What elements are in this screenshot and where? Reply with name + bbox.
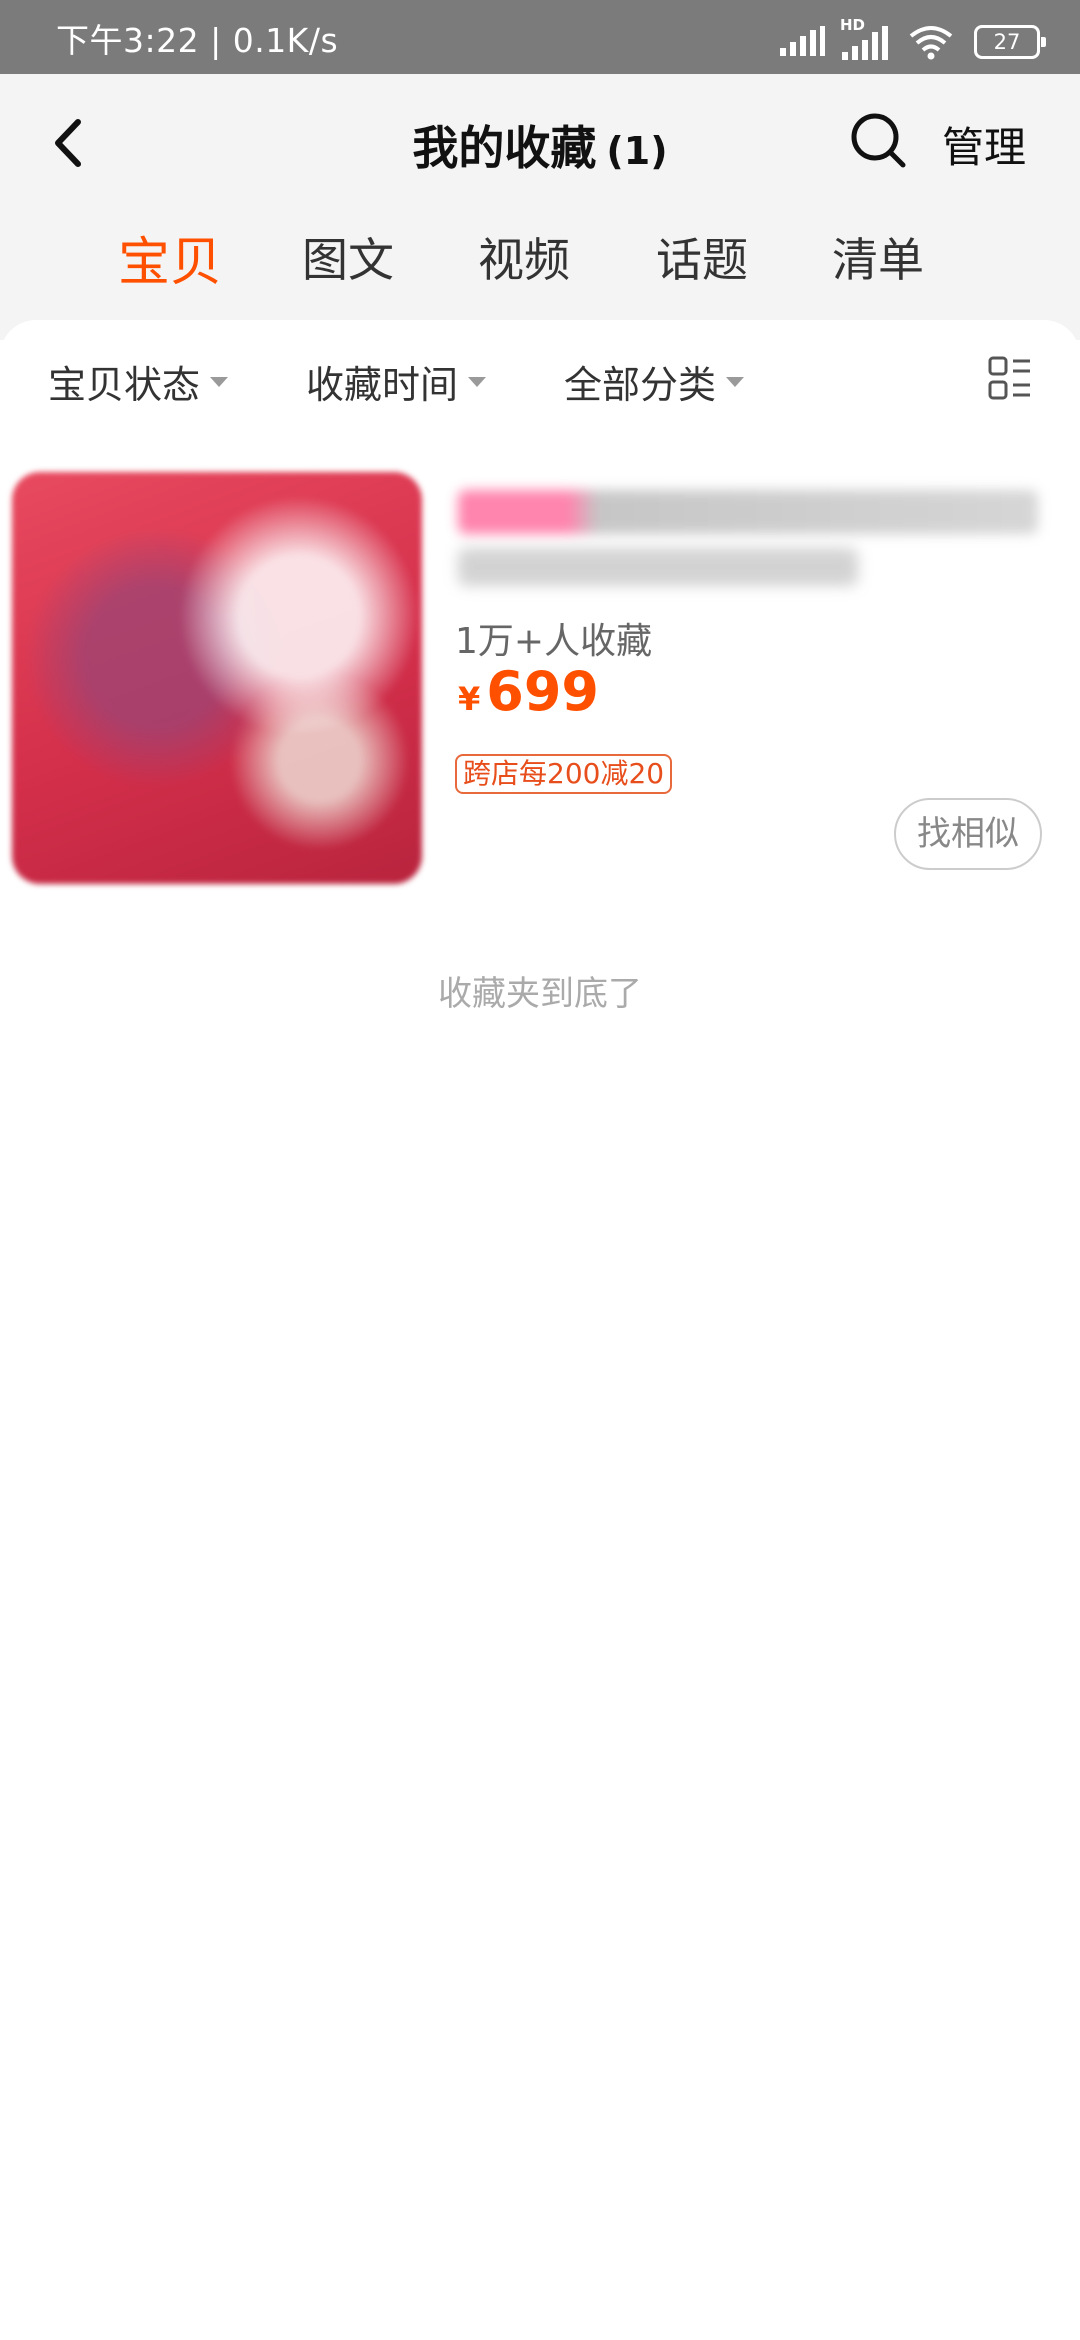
battery-icon: 27 (974, 25, 1046, 59)
redacted-line (458, 548, 858, 586)
product-price: ¥ 699 (458, 660, 599, 723)
page-title-text: 我的收藏 (412, 121, 597, 175)
battery-level: 27 (993, 30, 1021, 54)
filter-label: 宝贝状态 (48, 363, 201, 407)
favorite-count-label: 1万+人收藏 (455, 621, 653, 662)
hd-signal-icon: HD (840, 16, 894, 62)
signal-icon (780, 26, 825, 56)
manage-button[interactable]: 管理 (942, 114, 1026, 175)
caret-down-icon (468, 376, 487, 387)
search-icon (851, 113, 906, 168)
tab-articles[interactable]: 图文 (302, 224, 394, 290)
filter-label: 全部分类 (564, 363, 717, 407)
filter-item-time[interactable]: 收藏时间 (306, 354, 487, 409)
product-image[interactable] (12, 472, 422, 884)
product-card[interactable]: 1万+人收藏 ¥ 699 跨店每200减20 找相似 (0, 460, 1080, 900)
list-layout-icon (988, 356, 1030, 400)
tab-lists[interactable]: 清单 (832, 224, 924, 290)
status-icons: HD 27 (778, 16, 1046, 62)
end-of-list-text: 收藏夹到底了 (438, 974, 642, 1014)
wifi-icon (909, 26, 953, 60)
currency-symbol: ¥ (458, 680, 481, 718)
filter-item-status[interactable]: 宝贝状态 (48, 354, 229, 409)
favorites-count: (1) (606, 129, 668, 173)
redacted-line (458, 490, 1038, 534)
promo-badge: 跨店每200减20 (455, 754, 673, 794)
layout-toggle-button[interactable] (988, 356, 1032, 400)
app-header: 我的收藏 (1) 管理 宝贝 图文 视频 话题 清单 (0, 74, 1080, 340)
filter-bar: 宝贝状态 收藏时间 全部分类 (0, 320, 1080, 440)
filter-label: 收藏时间 (306, 363, 459, 407)
content-area: 宝贝状态 收藏时间 全部分类 1万+人收藏 ¥ 699 跨店每200减20 找相… (0, 320, 1080, 2340)
status-bar: 下午3:22 | 0.1K/s HD 27 (0, 0, 1080, 74)
search-button[interactable] (848, 110, 908, 170)
caret-down-icon (726, 376, 745, 387)
caret-down-icon (210, 376, 229, 387)
status-time-speed: 下午3:22 | 0.1K/s (56, 21, 339, 60)
product-title-redacted[interactable] (458, 490, 1038, 590)
filter-item-category[interactable]: 全部分类 (564, 354, 745, 409)
price-amount: 699 (486, 660, 599, 723)
page-title: 我的收藏 (1) (0, 112, 1080, 178)
tab-topics[interactable]: 话题 (656, 224, 748, 290)
tab-bar: 宝贝 图文 视频 话题 清单 (0, 224, 1080, 304)
find-similar-button[interactable]: 找相似 (894, 798, 1042, 870)
tab-videos[interactable]: 视频 (478, 224, 570, 290)
tab-items[interactable]: 宝贝 (118, 220, 222, 295)
